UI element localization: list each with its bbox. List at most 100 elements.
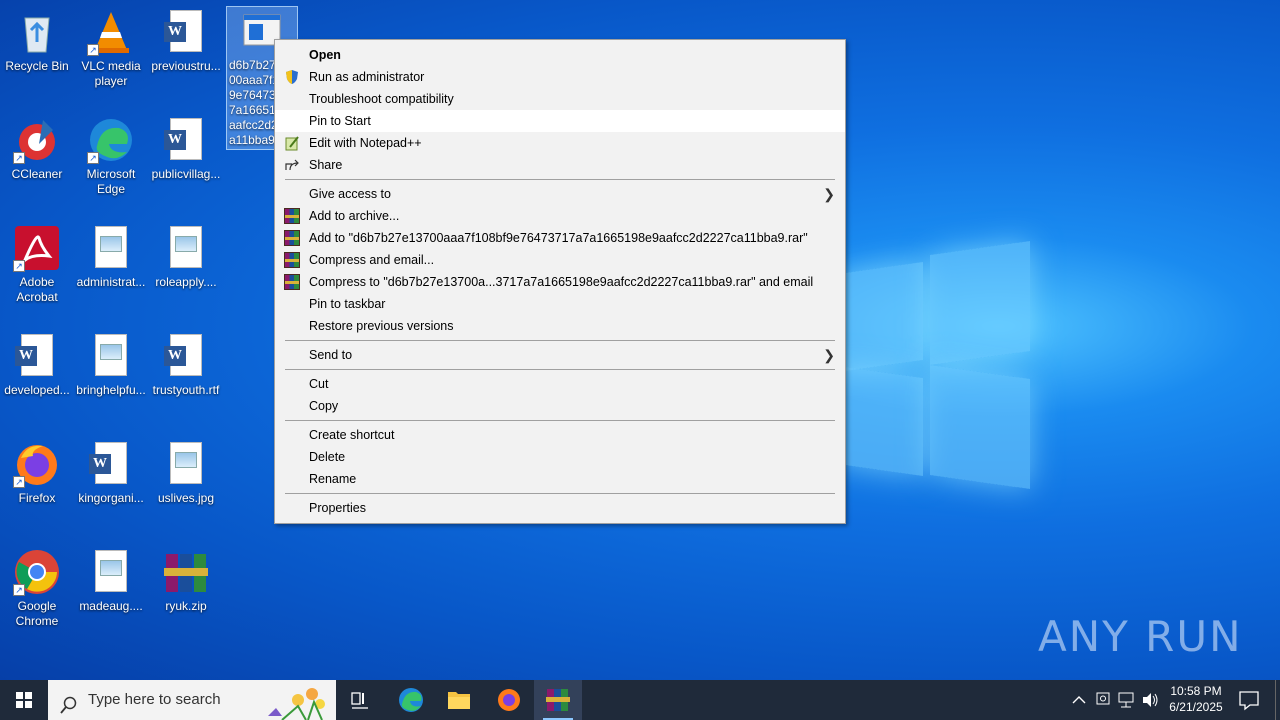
menu-item-add-to-rar[interactable]: Add to "d6b7b27e13700aaa7f108bf9e7647371… <box>275 227 845 249</box>
search-placeholder: Type here to search <box>88 691 221 708</box>
desktop-icon-google-chrome[interactable]: ↗ Google Chrome <box>1 548 73 629</box>
menu-item-send-to[interactable]: Send to ❯ <box>275 344 845 366</box>
image-file-icon <box>87 224 135 272</box>
task-view-icon <box>351 692 368 709</box>
taskbar-winrar-button[interactable] <box>534 680 582 720</box>
speaker-icon <box>1143 693 1158 707</box>
word-document-icon: W <box>162 8 210 56</box>
ccleaner-icon: ↗ <box>13 116 61 164</box>
menu-item-troubleshoot-compatibility[interactable]: Troubleshoot compatibility <box>275 88 845 110</box>
desktop-icon-previoustru[interactable]: W previoustru... <box>150 8 222 74</box>
taskbar-edge-button[interactable] <box>387 680 435 720</box>
winrar-archive-icon <box>162 548 210 596</box>
icon-label: bringhelpfu... <box>76 383 146 397</box>
desktop-icon-adobe-acrobat[interactable]: ↗ Adobe Acrobat <box>1 224 73 305</box>
desktop-icon-publicvillag[interactable]: W publicvillag... <box>150 116 222 182</box>
show-desktop-button[interactable] <box>1275 680 1280 720</box>
desktop-icon-ccleaner[interactable]: ↗ CCleaner <box>1 116 73 182</box>
chevron-right-icon: ❯ <box>823 347 835 363</box>
desktop-icon-bringhelpfu[interactable]: bringhelpfu... <box>75 332 147 398</box>
menu-item-delete[interactable]: Delete <box>275 446 845 468</box>
anyrun-watermark: ANY RUN <box>1038 612 1243 661</box>
menu-item-compress-to-rar-and-email[interactable]: Compress to "d6b7b27e13700a...3717a7a166… <box>275 271 845 293</box>
desktop-icon-ryuk-zip[interactable]: ryuk.zip <box>150 548 222 614</box>
volume-button[interactable] <box>1140 680 1160 720</box>
network-button[interactable] <box>1116 680 1136 720</box>
menu-item-add-to-archive[interactable]: Add to archive... <box>275 205 845 227</box>
word-document-icon: W <box>162 332 210 380</box>
taskbar: Type here to search 10:58 PM 6/21/2025 <box>0 680 1280 720</box>
icon-label: kingorgani... <box>78 491 144 505</box>
menu-item-pin-to-taskbar[interactable]: Pin to taskbar <box>275 293 845 315</box>
device-icon <box>1096 692 1110 705</box>
firefox-icon <box>498 689 520 711</box>
chevron-up-icon <box>1072 696 1086 704</box>
vlc-icon: ↗ <box>87 8 135 56</box>
icon-label: uslives.jpg <box>157 491 215 505</box>
icon-label: Google Chrome <box>15 599 59 628</box>
menu-item-cut[interactable]: Cut <box>275 373 845 395</box>
taskbar-firefox-button[interactable] <box>485 680 533 720</box>
desktop-icon-trustyouth[interactable]: W trustyouth.rtf <box>150 332 222 398</box>
share-icon <box>284 157 300 173</box>
context-menu: Open Run as administrator Troubleshoot c… <box>274 39 846 524</box>
menu-separator <box>285 340 835 341</box>
menu-item-share[interactable]: Share <box>275 154 845 176</box>
desktop-icon-firefox[interactable]: ↗ Firefox <box>1 440 73 506</box>
icon-label: Recycle Bin <box>5 59 69 73</box>
desktop-icon-kingorgani[interactable]: W kingorgani... <box>75 440 147 506</box>
winrar-icon <box>284 274 300 290</box>
shield-icon <box>284 69 300 85</box>
desktop-icon-recycle-bin[interactable]: Recycle Bin <box>1 8 73 74</box>
icon-label: Microsoft Edge <box>86 167 136 196</box>
image-file-icon <box>87 548 135 596</box>
word-document-icon: W <box>87 440 135 488</box>
menu-item-compress-and-email[interactable]: Compress and email... <box>275 249 845 271</box>
icon-label: madeaug.... <box>79 599 143 613</box>
icon-label: trustyouth.rtf <box>152 383 220 397</box>
desktop-icon-madeaug[interactable]: madeaug.... <box>75 548 147 614</box>
notification-icon <box>1239 691 1259 711</box>
desktop-icon-roleapply[interactable]: roleapply.... <box>150 224 222 290</box>
show-hidden-icons-button[interactable] <box>1070 680 1088 720</box>
taskbar-clock[interactable]: 10:58 PM 6/21/2025 <box>1160 683 1232 715</box>
desktop-icon-vlc[interactable]: ↗ VLC media player <box>75 8 147 89</box>
icon-label: CCleaner <box>11 167 63 181</box>
menu-item-restore-previous-versions[interactable]: Restore previous versions <box>275 315 845 337</box>
menu-item-properties[interactable]: Properties <box>275 497 845 519</box>
network-icon <box>1118 692 1134 708</box>
desktop-icon-developed[interactable]: W developed... <box>1 332 73 398</box>
menu-item-open[interactable]: Open <box>275 44 845 66</box>
desktop-icon-uslives[interactable]: uslives.jpg <box>150 440 222 506</box>
menu-item-give-access-to[interactable]: Give access to ❯ <box>275 183 845 205</box>
start-button[interactable] <box>0 680 48 720</box>
taskbar-file-explorer-button[interactable] <box>435 680 483 720</box>
windows-logo-wallpaper <box>838 238 1038 490</box>
firefox-icon: ↗ <box>13 440 61 488</box>
menu-separator <box>285 179 835 180</box>
word-document-icon: W <box>13 332 61 380</box>
clock-time: 10:58 PM <box>1170 684 1222 698</box>
winrar-icon <box>284 252 300 268</box>
menu-item-run-as-administrator[interactable]: Run as administrator <box>275 66 845 88</box>
menu-item-edit-with-notepadpp[interactable]: Edit with Notepad++ <box>275 132 845 154</box>
icon-label: Firefox <box>18 491 56 505</box>
task-view-button[interactable] <box>336 680 384 720</box>
menu-item-create-shortcut[interactable]: Create shortcut <box>275 424 845 446</box>
icon-label: publicvillag... <box>151 167 221 181</box>
image-file-icon <box>162 224 210 272</box>
icon-label: Adobe Acrobat <box>16 275 58 304</box>
menu-item-pin-to-start[interactable]: Pin to Start <box>275 110 845 132</box>
image-file-icon <box>162 440 210 488</box>
taskbar-search-box[interactable]: Type here to search <box>48 680 336 720</box>
desktop-icon-administrat[interactable]: administrat... <box>75 224 147 290</box>
desktop-icon-microsoft-edge[interactable]: ↗ Microsoft Edge <box>75 116 147 197</box>
tray-device-icon-button[interactable] <box>1094 680 1112 720</box>
icon-label: previoustru... <box>151 59 221 73</box>
menu-item-rename[interactable]: Rename <box>275 468 845 490</box>
action-center-button[interactable] <box>1234 680 1264 720</box>
menu-item-copy[interactable]: Copy <box>275 395 845 417</box>
search-icon <box>60 690 78 714</box>
search-highlight-flowers-icon <box>268 688 325 720</box>
chevron-right-icon: ❯ <box>823 186 835 202</box>
